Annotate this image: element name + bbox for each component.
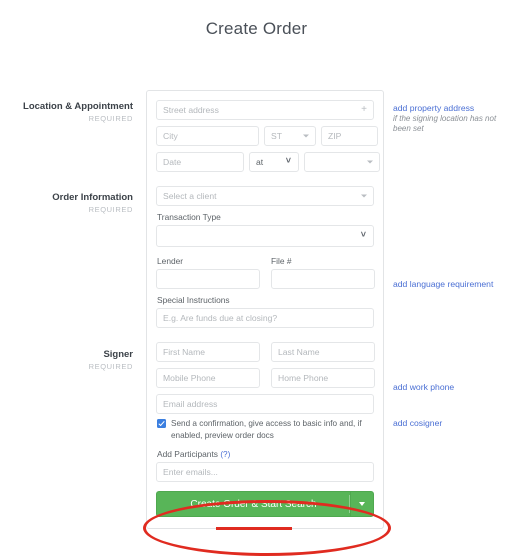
at-select[interactable]: at ˅ [249, 152, 299, 172]
add-work-phone-link[interactable]: add work phone [393, 382, 513, 393]
file-number-input[interactable] [271, 269, 375, 289]
create-order-card: Street address + City ST ZIP Date at ˅ S… [146, 90, 384, 529]
create-order-start-search-label: Create Order & Start Search [190, 499, 317, 510]
email-placeholder: Email address [163, 399, 218, 409]
email-row: Email address [156, 394, 374, 414]
send-confirmation-row[interactable]: Send a confirmation, give access to basi… [157, 418, 374, 441]
city-state-zip-row: City ST ZIP [156, 126, 378, 146]
chevron-down-icon: ˅ [360, 229, 366, 240]
section-label-order-information: Order Information REQUIRED [0, 192, 133, 215]
lender-input[interactable] [156, 269, 260, 289]
section-label-location: Location & Appointment REQUIRED [0, 101, 133, 124]
name-row: First Name Last Name [156, 342, 375, 362]
street-address-row: Street address + [156, 100, 374, 120]
home-phone-input[interactable]: Home Phone [271, 368, 375, 388]
chevron-down-icon: ˅ [285, 155, 291, 166]
form-layout: Location & Appointment REQUIRED Order In… [0, 39, 513, 556]
section-title: Signer [103, 349, 133, 360]
phone-row: Mobile Phone Home Phone [156, 368, 375, 388]
caret-down-icon [361, 194, 367, 198]
email-input[interactable]: Email address [156, 394, 374, 414]
section-title: Order Information [52, 192, 133, 203]
add-cosigner-link[interactable]: add cosigner [393, 418, 513, 429]
submit-options-dropdown-button[interactable] [350, 491, 374, 517]
file-number-label: File # [271, 256, 292, 266]
home-phone-placeholder: Home Phone [278, 373, 329, 383]
mobile-phone-placeholder: Mobile Phone [163, 373, 216, 383]
state-select[interactable]: ST [264, 126, 316, 146]
participants-row: Enter emails... [156, 462, 374, 482]
section-required-badge: REQUIRED [88, 205, 133, 214]
submit-button-group: Create Order & Start Search [156, 491, 374, 517]
lender-file-row [156, 269, 375, 289]
section-title: Location & Appointment [23, 101, 133, 112]
transaction-type-label: Transaction Type [157, 212, 221, 222]
date-input[interactable]: Date [156, 152, 244, 172]
special-instructions-label: Special Instructions [157, 295, 230, 305]
participants-input[interactable]: Enter emails... [156, 462, 374, 482]
special-instructions-row: E.g. Are funds due at closing? [156, 308, 374, 328]
city-input[interactable]: City [156, 126, 259, 146]
zip-placeholder: ZIP [328, 131, 342, 141]
section-label-signer: Signer REQUIRED [0, 349, 133, 372]
date-placeholder: Date [163, 157, 182, 167]
client-select[interactable]: Select a client [156, 186, 374, 206]
date-time-row: Date at ˅ [156, 152, 380, 172]
lender-label: Lender [157, 256, 184, 266]
street-address-placeholder: Street address [163, 105, 219, 115]
city-placeholder: City [163, 131, 178, 141]
special-instructions-input[interactable]: E.g. Are funds due at closing? [156, 308, 374, 328]
state-placeholder: ST [271, 131, 282, 141]
help-icon[interactable]: (?) [220, 450, 230, 459]
last-name-input[interactable]: Last Name [271, 342, 375, 362]
last-name-placeholder: Last Name [278, 347, 320, 357]
participants-placeholder: Enter emails... [163, 467, 218, 477]
at-value: at [256, 157, 264, 167]
add-participants-text: Add Participants [157, 449, 218, 459]
mobile-phone-input[interactable]: Mobile Phone [156, 368, 260, 388]
special-instructions-placeholder: E.g. Are funds due at closing? [163, 313, 278, 323]
first-name-input[interactable]: First Name [156, 342, 260, 362]
add-property-address-note: if the signing location has not been set [393, 114, 497, 133]
section-required-badge: REQUIRED [88, 114, 133, 123]
caret-down-icon [303, 134, 309, 138]
add-property-address-label: add property address [393, 103, 475, 113]
add-language-requirement-link[interactable]: add language requirement [393, 279, 513, 290]
street-address-input[interactable]: Street address + [156, 100, 374, 120]
add-participants-label: Add Participants (?) [157, 449, 374, 459]
transaction-type-select[interactable]: ˅ [156, 225, 374, 247]
client-row: Select a client [156, 186, 374, 206]
caret-down-icon [367, 160, 373, 164]
first-name-placeholder: First Name [163, 347, 206, 357]
lender-file-labels: Lender File # [156, 253, 374, 269]
zip-input[interactable]: ZIP [321, 126, 378, 146]
send-confirmation-label: Send a confirmation, give access to basi… [171, 419, 362, 440]
client-placeholder: Select a client [163, 191, 217, 201]
page-title: Create Order [205, 19, 308, 38]
plus-icon[interactable]: + [361, 105, 367, 115]
transaction-type-row: ˅ [156, 225, 374, 247]
create-order-start-search-button[interactable]: Create Order & Start Search [156, 491, 350, 517]
send-confirmation-checkbox[interactable] [157, 419, 166, 428]
section-required-badge: REQUIRED [88, 362, 133, 371]
add-property-address-link[interactable]: add property address if the signing loca… [393, 103, 513, 134]
time-select[interactable] [304, 152, 380, 172]
